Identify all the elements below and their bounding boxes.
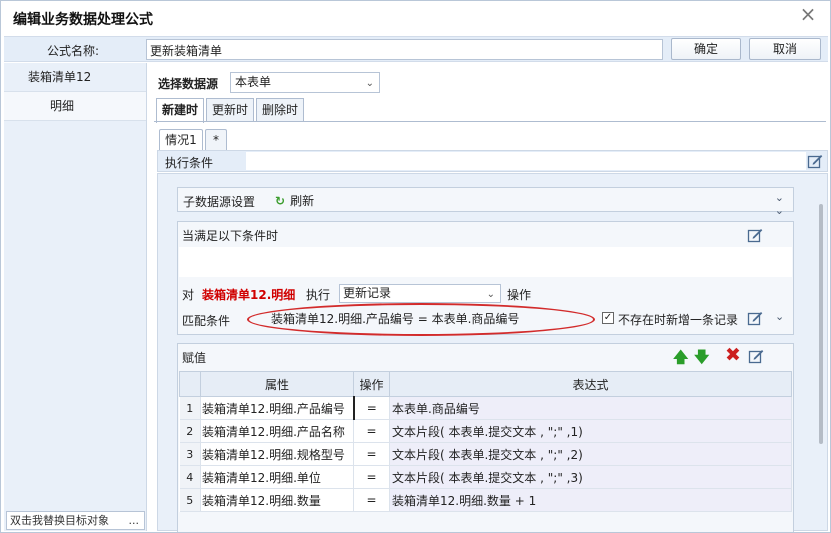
row-number: 4 xyxy=(179,465,201,489)
refresh-icon: ↻ xyxy=(275,194,286,208)
tree-item-detail[interactable]: 明细 xyxy=(4,92,146,121)
edit-icon[interactable] xyxy=(807,153,823,169)
assignment-table: 属性 操作 表达式 1 装箱清单12.明细.产品编号 = 本表单.商品编号 2 … xyxy=(179,371,792,512)
tab-on-delete[interactable]: 删除时 xyxy=(256,98,304,122)
assignment-box: 赋值 🡅 🡇 ✖ 属性 操作 表达式 1 装箱清单12.明细.产品编号 = 本表… xyxy=(177,343,794,532)
edit-icon[interactable] xyxy=(747,310,763,326)
expression-cell[interactable]: 文本片段( 本表单.提交文本 , ";" ,2) xyxy=(389,442,792,466)
formula-name-label: 公式名称: xyxy=(47,44,100,58)
attribute-cell[interactable]: 装箱清单12.明细.数量 xyxy=(200,488,354,512)
attribute-cell[interactable]: 装箱清单12.明细.产品名称 xyxy=(200,419,354,443)
operation-cell[interactable]: = xyxy=(353,442,390,466)
refresh-button[interactable]: ↻ 刷新 xyxy=(275,192,314,209)
formula-name-input[interactable]: 更新装箱清单 xyxy=(146,39,663,60)
operation-cell[interactable]: = xyxy=(353,488,390,512)
title-bar: 编辑业务数据处理公式 × xyxy=(1,1,830,34)
execute-condition-label: 执行条件 xyxy=(165,156,214,170)
operation-cell[interactable]: = xyxy=(353,396,390,420)
expand-icon[interactable]: ⌄ xyxy=(775,310,784,323)
column-header-operation[interactable]: 操作 xyxy=(353,371,390,397)
attribute-cell[interactable]: 装箱清单12.明细.单位 xyxy=(200,465,354,489)
scrollbar-thumb[interactable] xyxy=(819,204,823,444)
expression-cell[interactable]: 文本片段( 本表单.提交文本 , ";" ,1) xyxy=(389,419,792,443)
vertical-scrollbar[interactable] xyxy=(815,174,827,530)
object-tree: 装箱清单12 明细 双击我替换目标对象 ... xyxy=(4,63,147,531)
delete-icon[interactable]: ✖ xyxy=(725,344,741,366)
replace-target-hint: 双击我替换目标对象 xyxy=(10,514,109,527)
sub-datasource-title: 子数据源设置 xyxy=(183,195,256,209)
create-if-missing-label: 不存在时新增一条记录 xyxy=(618,313,739,327)
edit-icon[interactable] xyxy=(747,227,763,243)
tree-item-packing-list[interactable]: 装箱清单12 xyxy=(4,63,146,92)
chevron-down-icon: ⌄ xyxy=(486,289,495,300)
main-area: 选择数据源 本表单 ⌄ 新建时 更新时 删除时 情况1 * 执行条件 子数据源设… xyxy=(149,63,829,532)
table-row[interactable]: 2 装箱清单12.明细.产品名称 = 文本片段( 本表单.提交文本 , ";" … xyxy=(179,419,792,443)
tab-on-create[interactable]: 新建时 xyxy=(156,98,204,123)
attribute-cell[interactable]: 装箱清单12.明细.规格型号 xyxy=(200,442,354,466)
dialog: 编辑业务数据处理公式 × 公式名称: 更新装箱清单 确定 取消 装箱清单12 明… xyxy=(0,0,831,533)
browse-button[interactable]: ... xyxy=(129,512,140,529)
expression-cell[interactable]: 装箱清单12.明细.数量 + 1 xyxy=(389,488,792,512)
row-number: 5 xyxy=(179,488,201,512)
table-row[interactable]: 5 装箱清单12.明细.数量 = 装箱清单12.明细.数量 + 1 xyxy=(179,488,792,512)
tab-on-update[interactable]: 更新时 xyxy=(206,98,254,122)
ok-button[interactable]: 确定 xyxy=(671,38,741,60)
highlight-ellipse xyxy=(247,303,595,336)
replace-target-field[interactable]: 双击我替换目标对象 ... xyxy=(6,511,145,530)
cancel-button[interactable]: 取消 xyxy=(749,38,821,60)
table-row[interactable]: 1 装箱清单12.明细.产品编号 = 本表单.商品编号 xyxy=(179,396,792,420)
operation-exec-label: 执行 xyxy=(306,288,331,302)
expression-cell[interactable]: 本表单.商品编号 xyxy=(389,396,792,420)
execute-condition-input[interactable] xyxy=(246,152,806,170)
move-down-icon[interactable]: 🡇 xyxy=(694,347,709,372)
close-icon[interactable]: × xyxy=(798,4,818,25)
edit-icon[interactable] xyxy=(748,348,764,364)
condition-box: 当满足以下条件时 对 装箱清单12.明细 执行 更新记录 ⌄ 操作 匹配条件 装… xyxy=(177,221,794,336)
column-header-attribute[interactable]: 属性 xyxy=(200,371,354,397)
row-number: 3 xyxy=(179,442,201,466)
row-number: 2 xyxy=(179,419,201,443)
expand-icon[interactable]: ⌄ ⌄ xyxy=(775,191,784,217)
assignment-title: 赋值 xyxy=(182,351,207,365)
sub-datasource-box: 子数据源设置 ↻ 刷新 ⌄ ⌄ xyxy=(177,187,794,217)
operation-cell[interactable]: = xyxy=(353,419,390,443)
create-if-missing-checkbox[interactable]: ✓ xyxy=(602,312,614,324)
operation-select[interactable]: 更新记录 ⌄ xyxy=(339,284,501,303)
operation-prefix: 对 xyxy=(182,288,195,302)
operation-cell[interactable]: = xyxy=(353,465,390,489)
condition-editor[interactable] xyxy=(179,247,792,277)
datasource-value: 本表单 xyxy=(235,75,272,89)
operation-suffix: 操作 xyxy=(507,288,532,302)
chevron-down-icon: ⌄ xyxy=(365,78,374,89)
attribute-cell[interactable]: 装箱清单12.明细.产品编号 xyxy=(200,396,355,420)
dialog-title: 编辑业务数据处理公式 xyxy=(13,12,153,28)
formula-name-bar: 公式名称: 更新装箱清单 确定 取消 xyxy=(4,36,828,62)
table-row[interactable]: 4 装箱清单12.明细.单位 = 文本片段( 本表单.提交文本 , ";" ,3… xyxy=(179,465,792,489)
column-header-index xyxy=(179,371,201,397)
refresh-label: 刷新 xyxy=(290,194,315,208)
rule-panel: 子数据源设置 ↻刷新 ⌄⌄ 当满足以下条件时 对 装箱清单12.明细 执行 xyxy=(157,173,828,532)
tab-case-1[interactable]: 情况1 xyxy=(159,129,203,151)
match-condition-label: 匹配条件 xyxy=(182,314,231,328)
row-number: 1 xyxy=(179,396,201,420)
expression-cell[interactable]: 文本片段( 本表单.提交文本 , ";" ,3) xyxy=(389,465,792,489)
datasource-select[interactable]: 本表单 ⌄ xyxy=(230,72,380,93)
execute-condition-row: 执行条件 xyxy=(157,150,828,172)
tab-add-case[interactable]: * xyxy=(205,129,227,151)
move-up-icon[interactable]: 🡅 xyxy=(673,347,688,372)
operation-row: 对 装箱清单12.明细 执行 更新记录 ⌄ 操作 xyxy=(182,284,782,304)
column-header-expression[interactable]: 表达式 xyxy=(389,371,792,397)
tab-divider xyxy=(154,121,826,122)
condition-box-title: 当满足以下条件时 xyxy=(182,229,279,243)
operation-value: 更新记录 xyxy=(343,286,392,300)
datasource-label: 选择数据源 xyxy=(158,77,219,91)
table-row[interactable]: 3 装箱清单12.明细.规格型号 = 文本片段( 本表单.提交文本 , ";" … xyxy=(179,442,792,466)
operation-target[interactable]: 装箱清单12.明细 xyxy=(202,286,295,303)
table-header-row: 属性 操作 表达式 xyxy=(179,371,792,397)
